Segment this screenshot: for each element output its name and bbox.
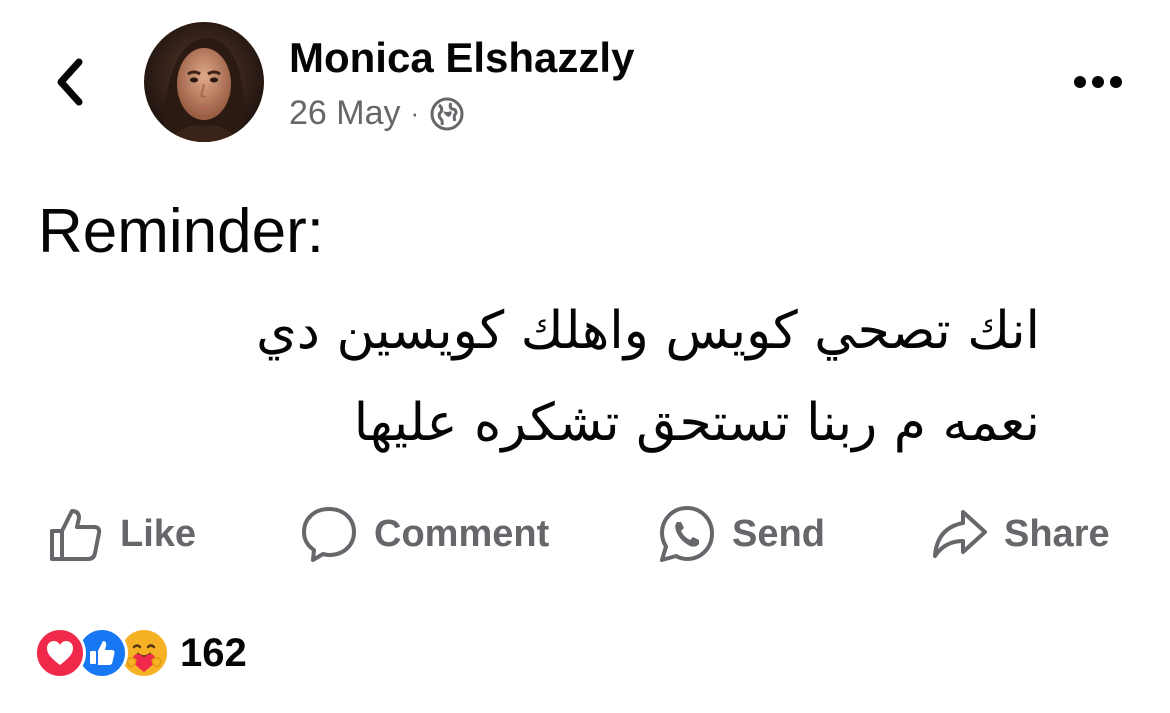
- author-name[interactable]: Monica Elshazzly: [289, 34, 634, 82]
- post-meta: 26 May ·: [289, 94, 465, 133]
- send-button[interactable]: Send: [656, 498, 825, 570]
- share-icon: [928, 503, 990, 565]
- reactions-summary[interactable]: 162: [34, 625, 247, 681]
- more-horizontal-icon: [1074, 76, 1122, 88]
- avatar[interactable]: [144, 22, 264, 142]
- chevron-left-icon: [57, 58, 83, 106]
- post-title: Reminder:: [38, 197, 324, 266]
- comment-button[interactable]: Comment: [298, 498, 549, 570]
- back-button[interactable]: [48, 58, 92, 106]
- post-line: نعمه م ربنا تستحق تشكره عليها: [353, 393, 1040, 453]
- meta-separator: ·: [410, 98, 420, 128]
- share-button[interactable]: Share: [928, 498, 1110, 570]
- post-timestamp[interactable]: 26 May: [289, 94, 401, 133]
- comment-label: Comment: [374, 512, 550, 555]
- thumbs-up-icon: [44, 503, 106, 565]
- like-button[interactable]: Like: [44, 498, 196, 570]
- love-reaction-icon: [34, 627, 86, 679]
- comment-icon: [298, 503, 360, 565]
- whatsapp-icon: [656, 503, 718, 565]
- post-line: انك تصحي كويس واهلك كويسين دي: [256, 301, 1040, 361]
- post-body: انك تصحي كويس واهلك كويسين دي نعمه م ربن…: [30, 285, 1040, 469]
- send-label: Send: [732, 512, 825, 555]
- more-options-button[interactable]: [1066, 64, 1130, 100]
- share-label: Share: [1004, 512, 1110, 555]
- reaction-count[interactable]: 162: [180, 631, 247, 676]
- avatar-image: [144, 22, 264, 142]
- globe-icon[interactable]: [429, 96, 465, 132]
- like-label: Like: [120, 512, 197, 555]
- post-actions: Like Comment Send Share: [0, 498, 1170, 570]
